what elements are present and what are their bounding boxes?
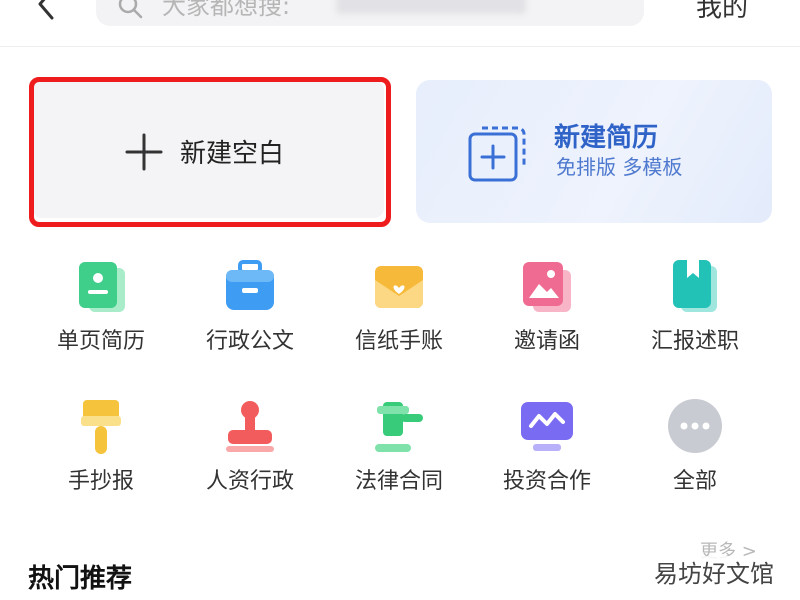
new-resume-title: 新建简历 <box>554 123 659 153</box>
watermark-text: 易坊好文馆 <box>654 560 774 588</box>
new-blank-button[interactable]: 新建空白 <box>32 80 384 218</box>
paint-brush-icon <box>81 400 121 454</box>
envelope-icon <box>375 266 423 308</box>
search-input[interactable]: 大家都想搜: <box>96 0 644 26</box>
category-legal-contract[interactable]: 法律合同 <box>324 398 474 508</box>
new-document-icon <box>468 126 526 182</box>
category-label: 单页简历 <box>56 329 145 354</box>
category-label: 汇报述职 <box>650 329 739 354</box>
category-label: 全部 <box>672 469 717 494</box>
category-label: 行政公文 <box>205 329 294 354</box>
category-admin-docs[interactable]: 行政公文 <box>175 258 325 368</box>
category-hr-admin[interactable]: 人资行政 <box>175 398 325 508</box>
stamp-icon <box>226 401 274 452</box>
category-label: 邀请函 <box>513 329 580 354</box>
new-resume-subtitle: 免排版 多模板 <box>556 155 683 179</box>
chart-monitor-icon <box>521 402 573 451</box>
top-bar: 大家都想搜: 我的 <box>0 0 800 47</box>
plus-icon <box>125 133 163 171</box>
new-blank-label: 新建空白 <box>180 139 285 169</box>
category-report[interactable]: 汇报述职 <box>620 258 770 368</box>
blurred-suggestion <box>336 0 526 14</box>
more-dots-icon <box>668 399 722 453</box>
picture-icon <box>523 262 571 312</box>
app-screen: 大家都想搜: 我的 新建空白 新建简历 免排版 多模板 单页简历 行政公文 信纸… <box>0 0 800 600</box>
back-arrow-icon[interactable] <box>28 0 64 22</box>
category-handwritten-paper[interactable]: 手抄报 <box>26 398 176 508</box>
category-label: 投资合作 <box>502 469 591 494</box>
category-label: 法律合同 <box>354 469 443 494</box>
category-investment[interactable]: 投资合作 <box>472 398 622 508</box>
gavel-icon <box>375 402 423 452</box>
section-title: 热门推荐 <box>28 564 133 594</box>
mine-link[interactable]: 我的 <box>696 0 748 22</box>
briefcase-icon <box>226 260 274 310</box>
category-label: 人资行政 <box>205 469 294 494</box>
category-invitation[interactable]: 邀请函 <box>472 258 622 368</box>
search-icon <box>118 0 143 19</box>
search-placeholder: 大家都想搜: <box>162 0 291 20</box>
category-resume[interactable]: 单页简历 <box>26 258 176 368</box>
watermark: 易坊好文馆 <box>644 556 782 594</box>
category-all[interactable]: 全部 <box>620 398 770 508</box>
bookmark-book-icon <box>673 260 717 312</box>
resume-icon <box>79 262 125 312</box>
category-letter-journal[interactable]: 信纸手账 <box>324 258 474 368</box>
category-label: 信纸手账 <box>354 329 443 354</box>
category-label: 手抄报 <box>67 469 134 494</box>
new-resume-button[interactable]: 新建简历 免排版 多模板 <box>416 80 772 223</box>
